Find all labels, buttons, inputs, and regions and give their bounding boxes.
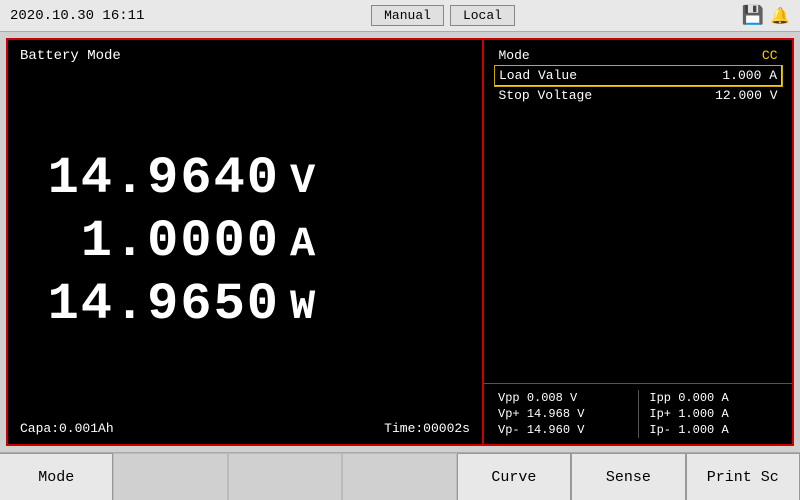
left-panel: Battery Mode 14.9640 V 1.0000 A 14.9650 …: [6, 38, 484, 446]
time-label: Time:00002s: [384, 421, 470, 436]
vp-minus-label: Vp-: [498, 423, 520, 437]
vpp-row: Vpp 0.008 V Ipp 0.000 A: [494, 390, 782, 406]
status-bar: 2020.10.30 16:11 Manual Local 💾 🔔: [0, 0, 800, 32]
device-frame: 2020.10.30 16:11 Manual Local 💾 🔔 Batter…: [0, 0, 800, 500]
mode-header-row: Mode CC: [495, 46, 782, 66]
current-unit: A: [290, 220, 315, 268]
stop-voltage-row: Stop Voltage 12.000 V: [495, 86, 782, 106]
stop-voltage-num: 12.000: [715, 88, 762, 103]
right-top: Mode CC Load Value 1.000 A Stop Voltage: [484, 40, 792, 383]
nav-empty-2: [228, 453, 342, 500]
load-value-unit: A: [769, 68, 777, 83]
big-readings: 14.9640 V 1.0000 A 14.9650 W: [20, 68, 470, 415]
vp-plus-row: Vp+ 14.968 V Ip+ 1.000 A: [494, 406, 782, 422]
ipp-value: 0.000: [678, 391, 714, 405]
ipp-label-cell: Ipp 0.000 A: [639, 390, 782, 406]
mode-nav-button[interactable]: Mode: [0, 453, 113, 500]
current-row: 1.0000 A: [20, 212, 470, 271]
ip-minus-label: Ip-: [649, 423, 671, 437]
vp-plus-value: 14.968: [527, 407, 570, 421]
curve-nav-button[interactable]: Curve: [457, 453, 571, 500]
vp-minus-unit: V: [577, 423, 584, 437]
bottom-stats: Capa:0.001Ah Time:00002s: [20, 421, 470, 436]
status-icons: 💾 🔔: [742, 5, 790, 27]
bell-icon[interactable]: 🔔: [770, 6, 790, 26]
power-value: 14.9650: [20, 275, 280, 334]
vp-plus-label: Vp+: [498, 407, 520, 421]
ip-plus-unit: A: [721, 407, 728, 421]
ip-plus-value: 1.000: [678, 407, 714, 421]
datetime-display: 2020.10.30 16:11: [10, 8, 144, 24]
main-content: Battery Mode 14.9640 V 1.0000 A 14.9650 …: [0, 32, 800, 452]
stop-voltage-label: Stop Voltage: [495, 86, 665, 106]
load-value: 1.000 A: [664, 66, 782, 86]
stop-voltage-unit: V: [770, 88, 778, 103]
vpp-label: Vpp: [498, 391, 520, 405]
save-icon[interactable]: 💾: [742, 5, 764, 27]
load-value-row[interactable]: Load Value 1.000 A: [495, 66, 782, 86]
power-unit: W: [290, 283, 315, 331]
manual-button[interactable]: Manual: [371, 5, 444, 26]
vpp-unit: V: [570, 391, 577, 405]
mode-value: CC: [664, 46, 782, 66]
bottom-nav: Mode Curve Sense Print Sc: [0, 452, 800, 500]
vp-minus-row: Vp- 14.960 V Ip- 1.000 A: [494, 422, 782, 438]
print-sc-nav-button[interactable]: Print Sc: [686, 453, 800, 500]
nav-empty-1: [113, 453, 227, 500]
ip-plus-label-cell: Ip+ 1.000 A: [639, 406, 782, 422]
current-value: 1.0000: [20, 212, 280, 271]
voltage-row: 14.9640 V: [20, 149, 470, 208]
vpp-label-cell: Vpp 0.008 V: [494, 390, 639, 406]
load-value-label: Load Value: [495, 66, 665, 86]
power-row: 14.9650 W: [20, 275, 470, 334]
ip-minus-label-cell: Ip- 1.000 A: [639, 422, 782, 438]
ipp-label: Ipp: [649, 391, 671, 405]
right-panel: Mode CC Load Value 1.000 A Stop Voltage: [484, 38, 794, 446]
ipp-unit: A: [721, 391, 728, 405]
info-table: Mode CC Load Value 1.000 A Stop Voltage: [494, 46, 782, 105]
right-bottom: Vpp 0.008 V Ipp 0.000 A Vp+: [484, 383, 792, 444]
stop-voltage: 12.000 V: [664, 86, 782, 106]
capa-label: Capa:0.001Ah: [20, 421, 114, 436]
ip-plus-label: Ip+: [649, 407, 671, 421]
nav-empty-3: [342, 453, 456, 500]
load-value-num: 1.000: [722, 68, 761, 83]
mode-label: Mode: [495, 46, 665, 66]
ip-minus-value: 1.000: [678, 423, 714, 437]
ip-minus-unit: A: [721, 423, 728, 437]
vpp-value: 0.008: [527, 391, 563, 405]
vp-plus-label-cell: Vp+ 14.968 V: [494, 406, 639, 422]
vp-plus-unit: V: [577, 407, 584, 421]
mode-buttons: Manual Local: [371, 5, 515, 26]
vpp-table: Vpp 0.008 V Ipp 0.000 A Vp+: [494, 390, 782, 438]
sense-nav-button[interactable]: Sense: [571, 453, 685, 500]
vp-minus-label-cell: Vp- 14.960 V: [494, 422, 639, 438]
battery-mode-label: Battery Mode: [20, 48, 470, 64]
vp-minus-value: 14.960: [527, 423, 570, 437]
voltage-value: 14.9640: [20, 149, 280, 208]
local-button[interactable]: Local: [450, 5, 515, 26]
voltage-unit: V: [290, 157, 315, 205]
